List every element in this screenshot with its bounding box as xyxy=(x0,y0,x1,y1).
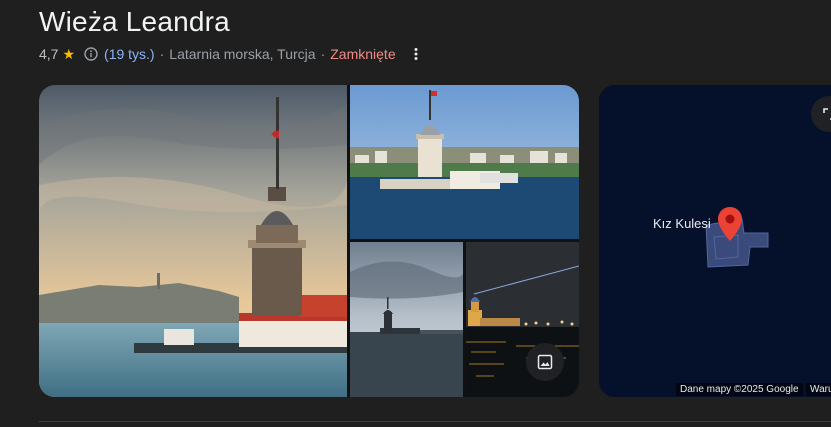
place-title: Wieża Leandra xyxy=(39,6,230,37)
photo-gallery-icon xyxy=(537,354,553,370)
place-meta: 4,7 ★ (19 tys.) · Latarnia morska, Turcj… xyxy=(39,45,424,63)
section-divider xyxy=(39,421,831,422)
expand-icon xyxy=(823,108,831,120)
photo-cloudy[interactable] xyxy=(350,242,463,397)
star-icon: ★ xyxy=(62,45,76,62)
rating-value: 4,7 xyxy=(39,46,59,62)
separator: · xyxy=(320,46,326,62)
more-vert-icon[interactable] xyxy=(408,46,424,62)
open-status: Zamknięte xyxy=(330,46,396,62)
info-icon[interactable] xyxy=(84,47,98,61)
review-count-link[interactable]: (19 tys.) xyxy=(104,46,155,62)
photo-daytime[interactable] xyxy=(350,85,579,239)
photo-main[interactable] xyxy=(39,85,347,397)
place-category: Latarnia morska, Turcja xyxy=(169,46,316,62)
map-terms-link[interactable]: Warui xyxy=(806,383,831,396)
map-place-label: Kız Kulesi xyxy=(653,216,711,231)
photo-night[interactable] xyxy=(466,242,579,397)
photo-gallery[interactable] xyxy=(39,85,579,397)
map-pin-icon[interactable] xyxy=(717,206,743,242)
photo-gallery-button[interactable] xyxy=(526,343,564,381)
separator: · xyxy=(159,46,165,62)
map-attribution: Dane mapy ©2025 Google xyxy=(676,383,803,396)
